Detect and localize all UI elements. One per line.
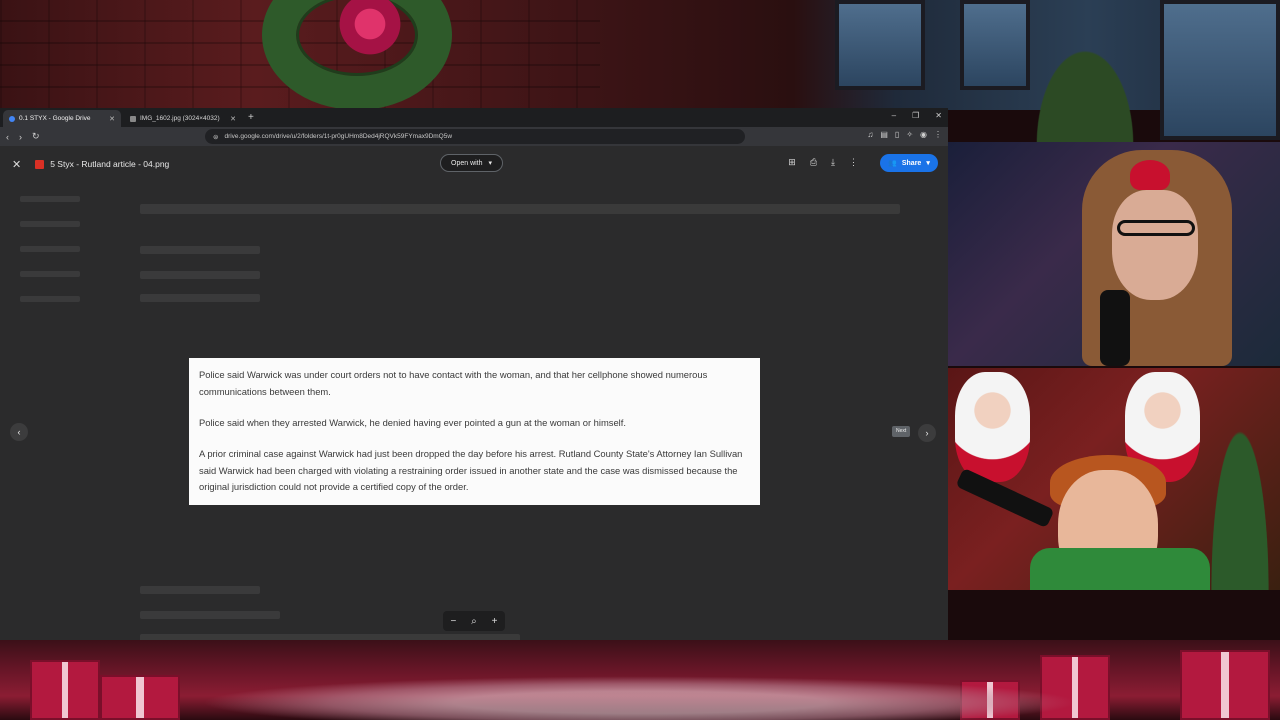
tab-strip: 0.1 STYX - Google Drive ✕ IMG_1602.jpg (… bbox=[0, 108, 948, 127]
santa-figurine bbox=[955, 372, 1030, 482]
sidebar-item bbox=[20, 271, 80, 277]
list-item bbox=[140, 246, 260, 254]
sidebar-item bbox=[20, 246, 80, 252]
chevron-left-icon: ‹ bbox=[17, 427, 21, 437]
file-preview-overlay: ✕ 5 Styx - Rutland article - 04.png Open… bbox=[0, 146, 948, 640]
viewer-actions: ⊞ ⎙ ⤓ ⋮ bbox=[788, 157, 858, 168]
tab-title: 0.1 STYX - Google Drive bbox=[19, 115, 91, 122]
profile-icon[interactable]: ◉ bbox=[920, 130, 927, 139]
open-with-label: Open with bbox=[451, 159, 483, 167]
list-item bbox=[140, 271, 260, 279]
christmas-tree bbox=[1010, 0, 1160, 145]
window-controls: – ❐ ✕ bbox=[892, 111, 942, 120]
image-icon bbox=[130, 115, 136, 122]
reload-icon[interactable]: ↻ bbox=[32, 131, 40, 142]
back-icon[interactable]: ‹ bbox=[6, 132, 9, 142]
sidebar-item bbox=[20, 221, 80, 227]
zoom-out-button[interactable]: − bbox=[450, 616, 456, 627]
share-label: Share bbox=[901, 159, 922, 167]
chevron-right-icon: › bbox=[925, 428, 929, 438]
article-paragraph: A prior criminal case against Warwick ha… bbox=[199, 447, 743, 493]
new-tab-button[interactable]: + bbox=[248, 110, 254, 127]
glasses bbox=[1117, 220, 1195, 236]
zoom-controls: − ⌕ + bbox=[443, 611, 505, 631]
file-name: 5 Styx - Rutland article - 04.png bbox=[50, 159, 170, 169]
close-tab-icon[interactable]: ✕ bbox=[109, 115, 115, 123]
snowy-window bbox=[835, 0, 925, 90]
forward-icon[interactable]: › bbox=[19, 132, 22, 142]
add-comment-icon[interactable]: ⊞ bbox=[788, 157, 796, 168]
microphone bbox=[1100, 290, 1130, 366]
sidebar-item bbox=[20, 296, 80, 302]
browser-window: 0.1 STYX - Google Drive ✕ IMG_1602.jpg (… bbox=[0, 108, 948, 640]
more-options-icon[interactable]: ⋮ bbox=[849, 157, 858, 168]
media-icon[interactable]: ♫ bbox=[867, 130, 873, 139]
gift-box bbox=[1180, 650, 1270, 720]
toolbar-extensions: ♫ ▤ ▯ ✧ ◉ ⋮ bbox=[867, 130, 942, 139]
extension-icon[interactable]: ✧ bbox=[906, 130, 913, 139]
address-bar[interactable]: ⊜ drive.google.com/drive/u/2/folders/1t-… bbox=[205, 129, 745, 144]
tab-title: IMG_1602.jpg (3024×4032) bbox=[140, 115, 220, 122]
next-file-button[interactable]: › bbox=[918, 424, 936, 442]
preview-image-article: Police said Warwick was under court orde… bbox=[189, 358, 760, 505]
wreath-bow bbox=[335, 0, 405, 60]
image-file-icon bbox=[35, 159, 45, 169]
snowy-window bbox=[1160, 0, 1280, 140]
previous-file-button[interactable]: ‹ bbox=[10, 423, 28, 441]
chevron-down-icon: ▾ bbox=[488, 160, 493, 167]
snow-floor bbox=[200, 676, 1080, 720]
chevron-down-icon: ▾ bbox=[926, 160, 930, 167]
minimize-icon[interactable]: – bbox=[892, 111, 896, 120]
list-item bbox=[140, 294, 260, 302]
share-button[interactable]: 👥 Share ▾ bbox=[880, 154, 938, 172]
close-window-icon[interactable]: ✕ bbox=[935, 111, 942, 120]
list-item bbox=[140, 204, 900, 214]
magnifier-icon[interactable]: ⌕ bbox=[471, 616, 477, 627]
print-icon[interactable]: ⎙ bbox=[810, 157, 817, 168]
streamer-face bbox=[1112, 190, 1198, 300]
elf-costume bbox=[1030, 548, 1210, 590]
gift-box bbox=[30, 660, 100, 720]
close-preview-icon[interactable]: ✕ bbox=[12, 158, 21, 171]
tab-google-drive[interactable]: 0.1 STYX - Google Drive ✕ bbox=[3, 110, 121, 127]
list-item bbox=[140, 586, 260, 594]
list-item bbox=[140, 611, 280, 619]
article-paragraph: Police said Warwick was under court orde… bbox=[199, 369, 708, 397]
next-tooltip: Next bbox=[892, 426, 911, 437]
zoom-in-button[interactable]: + bbox=[492, 616, 498, 627]
share-people-icon: 👥 bbox=[888, 160, 897, 167]
open-with-button[interactable]: Open with ▾ bbox=[440, 154, 504, 172]
google-drive-icon bbox=[9, 115, 15, 122]
santa-hat bbox=[1130, 160, 1170, 190]
tab-image[interactable]: IMG_1602.jpg (3024×4032) ✕ bbox=[124, 110, 242, 127]
browser-toolbar: ‹ › ↻ ⊜ drive.google.com/drive/u/2/folde… bbox=[0, 127, 948, 146]
close-tab-icon[interactable]: ✕ bbox=[230, 115, 236, 123]
list-item bbox=[140, 634, 520, 640]
download-icon[interactable]: ⤓ bbox=[831, 157, 835, 168]
menu-icon[interactable]: ⋮ bbox=[934, 130, 942, 139]
url-text: drive.google.com/drive/u/2/folders/1t-pr… bbox=[224, 133, 453, 140]
restore-icon[interactable]: ❐ bbox=[912, 111, 919, 120]
site-info-icon[interactable]: ⊜ bbox=[213, 133, 218, 141]
article-paragraph: Police said when they arrested Warwick, … bbox=[199, 416, 626, 428]
gift-box bbox=[100, 675, 180, 720]
side-panel-icon[interactable]: ▯ bbox=[895, 130, 899, 139]
christmas-tree bbox=[1200, 370, 1280, 590]
reading-list-icon[interactable]: ▤ bbox=[880, 130, 888, 139]
sidebar-item bbox=[20, 196, 80, 202]
